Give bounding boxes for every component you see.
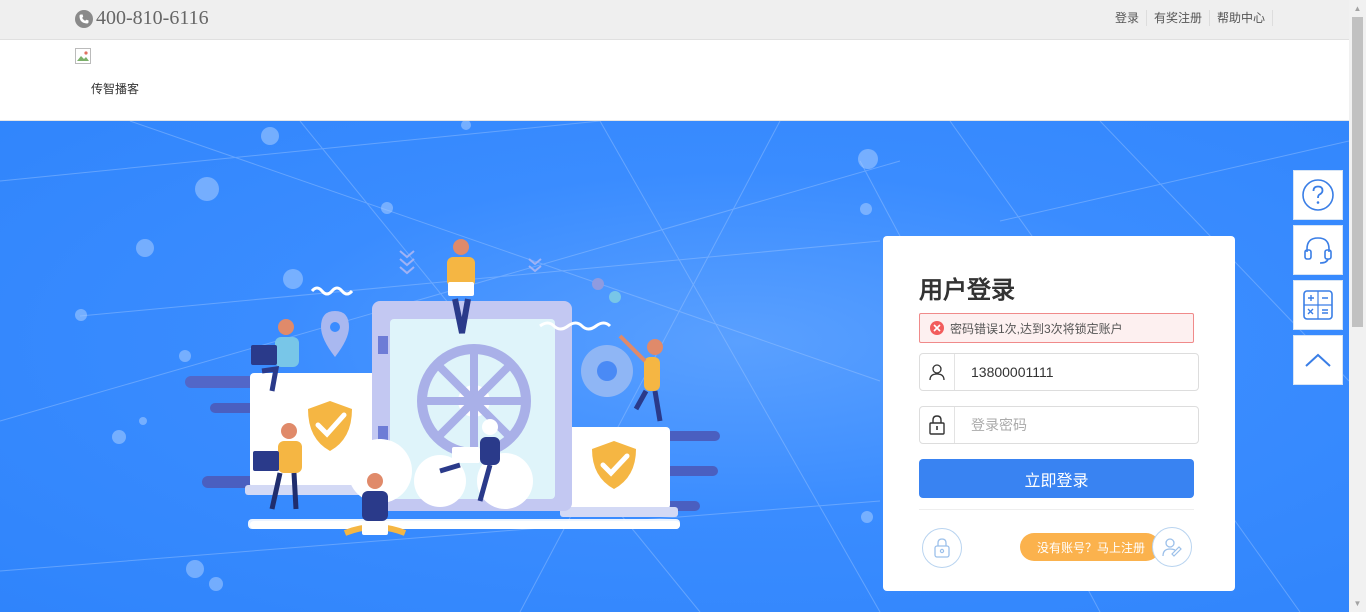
username-field xyxy=(919,353,1199,391)
back-to-top-icon[interactable] xyxy=(1293,335,1343,385)
calculator-icon[interactable] xyxy=(1293,280,1343,330)
top-link-login[interactable]: 登录 xyxy=(1115,10,1147,26)
phone-icon xyxy=(75,9,93,28)
error-message: 密码错误1次,达到3次将锁定账户 xyxy=(950,321,1123,336)
page-scrollbar[interactable]: ▲ ▼ xyxy=(1349,0,1366,612)
security-lock-icon[interactable] xyxy=(922,528,962,568)
hotline: 400-810-6116 xyxy=(75,7,209,30)
login-banner: 用户登录 密码错误1次,达到3次将锁定账户 立即登录 没有账号？马上注册 xyxy=(0,121,1349,612)
user-icon xyxy=(920,354,955,390)
error-alert: 密码错误1次,达到3次将锁定账户 xyxy=(919,313,1194,343)
password-field xyxy=(919,406,1199,444)
top-links: 登录 有奖注册 帮助中心 xyxy=(1115,10,1273,26)
top-link-register[interactable]: 有奖注册 xyxy=(1147,10,1210,26)
login-submit-button[interactable]: 立即登录 xyxy=(919,459,1194,498)
top-link-help[interactable]: 帮助中心 xyxy=(1210,10,1273,26)
help-icon[interactable] xyxy=(1293,170,1343,220)
register-link[interactable]: 没有账号？马上注册 xyxy=(1020,533,1160,561)
username-input[interactable] xyxy=(969,363,1173,381)
divider xyxy=(919,509,1194,510)
top-bar: 400-810-6116 登录 有奖注册 帮助中心 xyxy=(0,0,1349,40)
lock-icon xyxy=(920,407,955,443)
phone-number: 400-810-6116 xyxy=(96,7,209,29)
broken-logo-image-icon xyxy=(75,48,91,64)
password-input[interactable] xyxy=(969,416,1173,434)
register-user-icon[interactable] xyxy=(1152,527,1192,567)
side-toolbar xyxy=(1293,170,1345,390)
scroll-up-arrow-icon[interactable]: ▲ xyxy=(1349,0,1366,17)
scroll-thumb[interactable] xyxy=(1352,17,1363,327)
security-illustration xyxy=(185,239,720,536)
logo-alt-text: 传智播客 xyxy=(91,82,140,96)
login-card: 用户登录 密码错误1次,达到3次将锁定账户 立即登录 没有账号？马上注册 xyxy=(883,236,1235,591)
headset-icon[interactable] xyxy=(1293,225,1343,275)
login-title: 用户登录 xyxy=(919,277,1015,304)
scroll-down-arrow-icon[interactable]: ▼ xyxy=(1349,595,1366,612)
site-header: 传智播客 xyxy=(0,40,1349,121)
error-icon xyxy=(930,321,944,335)
